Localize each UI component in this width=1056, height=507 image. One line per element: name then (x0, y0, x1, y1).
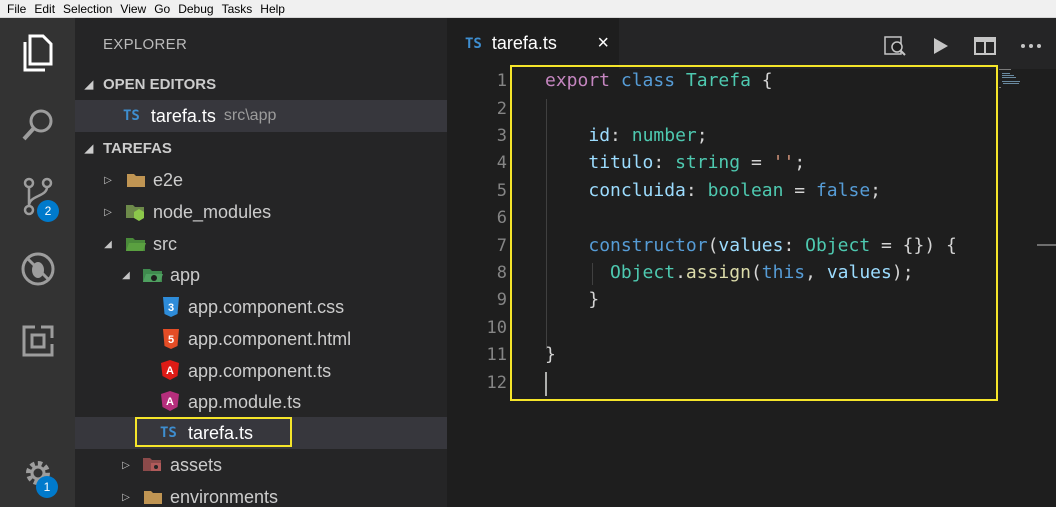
tree-item-app-component-css[interactable]: 3 app.component.css (75, 291, 447, 323)
source-control-icon[interactable] (0, 167, 75, 227)
line-number: 4 (496, 153, 507, 173)
activity-bar: 2 1 (0, 18, 75, 507)
tree-item-environments[interactable]: ▷ environments (75, 481, 447, 507)
tree-item-app-module-ts[interactable]: A app.module.ts (75, 386, 447, 418)
tab-label: tarefa.ts (491, 33, 557, 53)
expand-icon: ▷ (122, 459, 130, 471)
open-editors-header[interactable]: ◢ OPEN EDITORS (75, 68, 447, 100)
tree-item-node-modules[interactable]: ▷ node_modules (75, 196, 447, 228)
css-icon: 3 (160, 296, 182, 318)
angular-icon: A (160, 360, 182, 382)
tree-item-assets[interactable]: ▷ assets (75, 449, 447, 481)
split-editor-icon[interactable] (973, 34, 997, 58)
open-editor-path: src\app (223, 107, 277, 124)
expand-icon: ▷ (104, 206, 112, 218)
menu-file[interactable]: File (7, 2, 26, 16)
scm-badge: 2 (37, 200, 59, 222)
sidebar-title: EXPLORER (103, 36, 188, 53)
more-icon[interactable] (1019, 34, 1043, 58)
tree-item-e2e[interactable]: ▷ e2e (75, 164, 447, 196)
line-number: 7 (496, 236, 507, 256)
menu-edit[interactable]: Edit (34, 2, 55, 16)
line-number: 11 (486, 345, 507, 365)
html-icon: 5 (160, 328, 182, 350)
search-icon[interactable] (0, 95, 75, 155)
line-number: 3 (496, 126, 507, 146)
line-number: 9 (496, 290, 507, 310)
svg-text:3: 3 (168, 302, 174, 314)
menu-bar: File Edit Selection View Go Debug Tasks … (0, 0, 1056, 18)
line-number: 5 (496, 181, 507, 201)
line-number: 2 (496, 99, 507, 119)
node-folder-icon (125, 201, 147, 223)
tree-item-src[interactable]: ◢ src (75, 228, 447, 260)
expand-icon: ▷ (122, 491, 130, 503)
close-icon[interactable]: × (597, 32, 609, 55)
code-editor[interactable]: 1 2 3 4 5 6 7 8 9 10 11 12 export class … (447, 65, 1056, 507)
assets-folder-icon (142, 454, 164, 476)
open-editor-filename: tarefa.ts (150, 105, 216, 126)
highlight-box-code (510, 65, 998, 401)
expand-icon: ▷ (104, 174, 112, 186)
collapse-icon: ◢ (84, 78, 94, 91)
open-changes-icon[interactable] (883, 34, 907, 58)
menu-go[interactable]: Go (154, 2, 170, 16)
settings-badge: 1 (36, 476, 58, 498)
line-number: 8 (496, 263, 507, 283)
typescript-icon: TS (123, 108, 140, 124)
svg-text:A: A (166, 365, 174, 377)
menu-debug[interactable]: Debug (178, 2, 213, 16)
svg-text:5: 5 (168, 334, 174, 346)
menu-selection[interactable]: Selection (63, 2, 112, 16)
line-number: 6 (496, 208, 507, 228)
app-folder-icon (142, 264, 164, 286)
line-number: 1 (496, 71, 507, 91)
run-icon[interactable] (928, 34, 952, 58)
typescript-icon: TS (465, 35, 482, 52)
explorer-icon[interactable] (0, 23, 75, 83)
highlight-box-tarefa (135, 417, 292, 447)
open-editor-item[interactable]: TS tarefa.ts src\app (75, 100, 447, 132)
debug-icon[interactable] (0, 239, 75, 299)
line-number: 10 (486, 318, 507, 338)
angular-module-icon: A (160, 391, 182, 413)
src-folder-icon (125, 233, 147, 255)
tab-tarefa-ts[interactable]: TS tarefa.ts × (447, 18, 619, 69)
settings-gear-icon[interactable] (0, 443, 75, 503)
project-header[interactable]: ◢ TAREFAS (75, 132, 447, 164)
svg-text:A: A (166, 396, 174, 408)
collapse-icon: ◢ (104, 238, 112, 250)
folder-icon (125, 169, 147, 191)
minimap[interactable] (999, 69, 1039, 89)
collapse-icon: ◢ (122, 269, 130, 281)
extensions-icon[interactable] (0, 311, 75, 371)
tree-item-app[interactable]: ◢ app (75, 259, 447, 291)
menu-view[interactable]: View (120, 2, 146, 16)
tree-item-app-component-html[interactable]: 5 app.component.html (75, 323, 447, 355)
menu-tasks[interactable]: Tasks (222, 2, 253, 16)
menu-help[interactable]: Help (260, 2, 285, 16)
scroll-position-marker (1037, 244, 1056, 246)
line-number: 12 (486, 373, 507, 393)
editor-tab-bar: TS tarefa.ts × (447, 18, 1056, 69)
folder-icon (142, 486, 164, 507)
tree-item-app-component-ts[interactable]: A app.component.ts (75, 355, 447, 387)
collapse-icon: ◢ (84, 142, 94, 155)
